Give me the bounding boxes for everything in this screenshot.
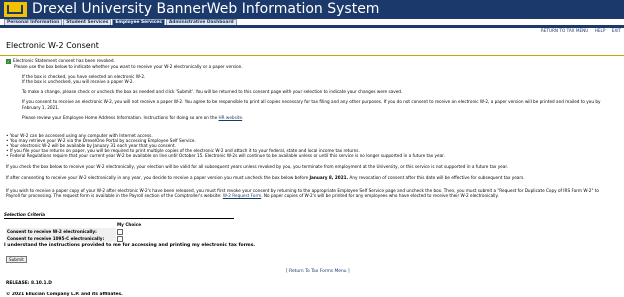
my-choice-header: My Choice: [117, 221, 142, 227]
return-to-tax-menu-link[interactable]: RETURN TO TAX MENU: [541, 28, 589, 33]
page-title: Electronic W-2 Consent: [6, 41, 99, 50]
understand-statement: I understand the instructions provided t…: [4, 243, 256, 248]
1095c-consent-checkbox[interactable]: [117, 235, 123, 242]
exit-link[interactable]: EXIT: [612, 28, 621, 33]
criteria-header-row: My Choice: [6, 221, 142, 228]
revoke-deadline: January 8, 2021.: [309, 175, 349, 180]
w2-request-form-link[interactable]: W-2 Request Form: [223, 193, 261, 198]
utility-links: RETURN TO TAX MENU HELP EXIT: [536, 28, 621, 34]
release-info: RELEASE: 8.10.1.D: [6, 281, 52, 286]
intro-text: Please use the box below to indicate whe…: [14, 64, 243, 69]
dragon-logo-icon: [4, 2, 27, 17]
return-to-tax-forms-link[interactable]: [ Return To Tax Forms Menu ]: [286, 269, 350, 275]
tab-bar: [0, 25, 624, 28]
paper-paragraph-2: Payroll for processing. The request form…: [6, 193, 499, 199]
title-divider: [0, 55, 624, 56]
submit-button[interactable]: Submit: [6, 256, 27, 263]
copyright: © 2021 Ellucian Company L.P. and its aff…: [6, 292, 123, 296]
change-note: To make a change, please check or unchec…: [22, 89, 403, 94]
paper-paragraph-text-3: . No paper copies of W-2's will be print…: [261, 193, 499, 198]
check-paragraph: If you check the box below to receive yo…: [6, 164, 508, 169]
consent-note-date: February 1, 2021.: [22, 105, 60, 110]
table-row: Consent to receive 1095-C electronically…: [6, 235, 142, 242]
check-icon: ✓: [6, 58, 11, 64]
system-name: Drexel University BannerWeb Information …: [32, 1, 380, 17]
hr-website-link[interactable]: HR website: [219, 115, 243, 120]
after-consent-paragraph: If after consenting to receive your W-2 …: [6, 175, 525, 181]
bullet-item: Federal Regulations require that your cu…: [6, 153, 445, 159]
table-row: Consent to receive W-2 electronically:: [6, 228, 142, 235]
criteria-divider: [4, 218, 234, 219]
1095c-consent-label: Consent to receive 1095-C electronically…: [6, 235, 116, 242]
consent-note: If you consent to receive an electronic …: [22, 99, 601, 104]
after-consent-text-2: Any revocation of consent after this dat…: [349, 175, 525, 180]
top-banner: Drexel University BannerWeb Information …: [0, 0, 624, 19]
unchecked-note: If the box is unchecked, you will receiv…: [22, 79, 134, 84]
help-link[interactable]: HELP: [595, 28, 606, 33]
w2-consent-label: Consent to receive W-2 electronically:: [6, 228, 116, 235]
address-note: Please review your Employee Home Address…: [22, 115, 244, 120]
criteria-table: My Choice Consent to receive W-2 electro…: [6, 221, 142, 242]
w2-consent-checkbox[interactable]: [117, 228, 123, 235]
paper-paragraph-text: Payroll for processing. The request form…: [6, 193, 222, 198]
address-note-text: Please review your Employee Home Address…: [22, 115, 218, 120]
after-consent-text: If after consenting to receive your W-2 …: [6, 175, 309, 180]
